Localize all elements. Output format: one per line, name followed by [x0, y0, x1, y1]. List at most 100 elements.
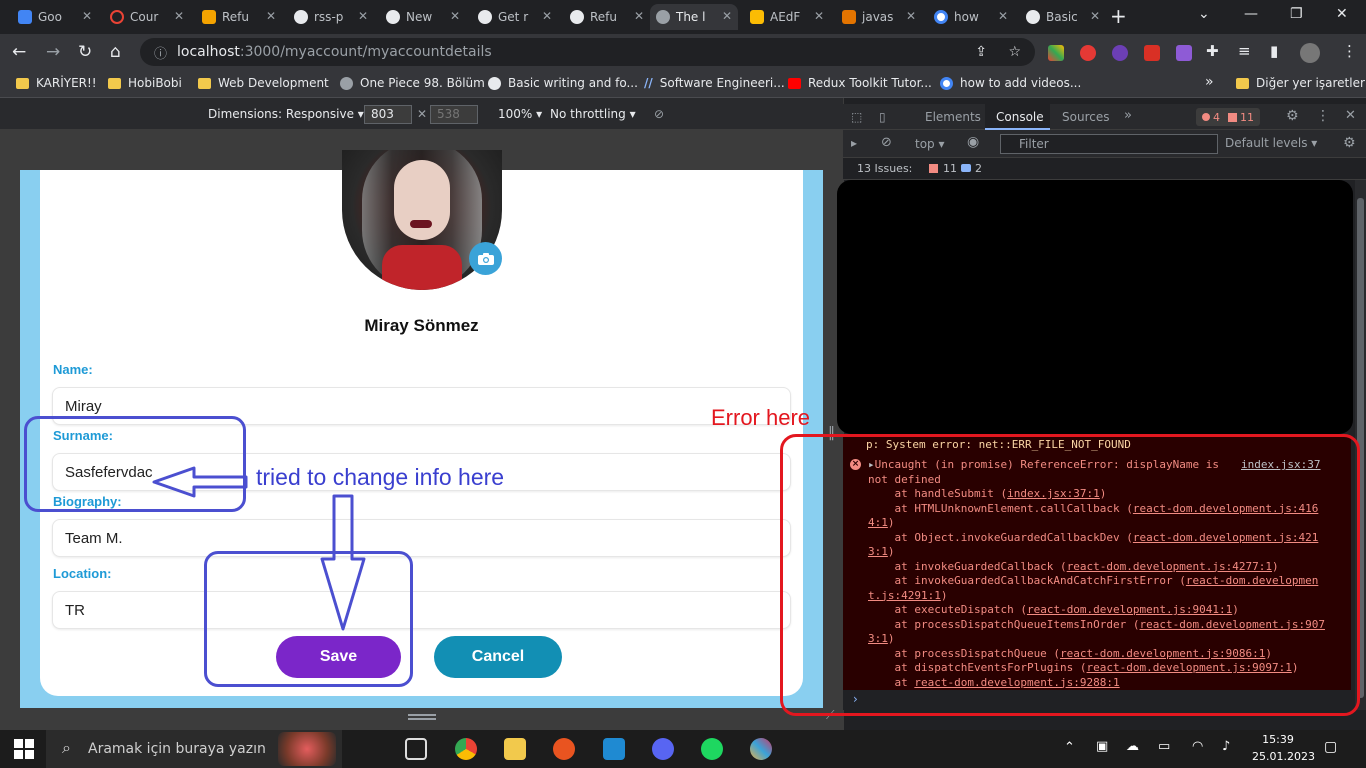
tab-sources[interactable]: Sources [1062, 110, 1109, 124]
bookmark-item[interactable]: //Software Engineeri... [644, 76, 785, 90]
meet-icon[interactable]: ▣ [1096, 739, 1108, 754]
sidebar-toggle-icon[interactable]: ▸ [851, 136, 857, 150]
system-clock[interactable]: 15:39 25.01.2023 [1252, 731, 1315, 765]
filter-input[interactable]: Filter [1000, 134, 1218, 154]
browser-tab[interactable]: Basic ✕ [1020, 4, 1106, 30]
bookmark-item[interactable]: KARİYER!! [16, 76, 97, 90]
battery-icon[interactable]: ▭ [1158, 739, 1170, 754]
browser-tab[interactable]: New ✕ [380, 4, 466, 30]
browser-tab-active[interactable]: The l ✕ [650, 4, 738, 30]
close-devtools-icon[interactable]: ✕ [1345, 108, 1356, 123]
extension-icon[interactable] [1080, 45, 1096, 61]
bookmark-item[interactable]: how to add videos... [940, 76, 1081, 90]
extension-icon[interactable] [1176, 45, 1192, 61]
close-tab-icon[interactable]: ✕ [998, 9, 1008, 23]
bookmark-item[interactable]: Redux Toolkit Tutor... [788, 76, 932, 90]
more-options-icon[interactable]: ⋮ [1316, 108, 1330, 124]
device-toggle-icon[interactable]: ▯ [879, 110, 886, 124]
browser-tab[interactable]: Get r ✕ [472, 4, 558, 30]
browser-tab[interactable]: Refu ✕ [196, 4, 282, 30]
console-settings-icon[interactable]: ⚙ [1343, 135, 1356, 151]
extension-icon[interactable] [1112, 45, 1128, 61]
more-icon[interactable]: ⋮ [1342, 42, 1357, 60]
issues-bar[interactable]: 13 Issues: 11 2 [843, 158, 1366, 180]
inspect-icon[interactable]: ⬚ [851, 110, 862, 124]
throttling-dropdown[interactable]: No throttling ▾ [550, 107, 636, 121]
bookmark-item[interactable]: Web Development [198, 76, 329, 90]
new-tab-icon[interactable]: + [1110, 4, 1127, 28]
close-window-icon[interactable]: ✕ [1336, 6, 1348, 22]
bookmark-item[interactable]: One Piece 98. Bölüm [340, 76, 485, 90]
bookmark-item[interactable]: Basic writing and fo... [488, 76, 638, 90]
close-tab-icon[interactable]: ✕ [814, 9, 824, 23]
close-tab-icon[interactable]: ✕ [266, 9, 276, 23]
address-bar[interactable]: ⓘ localhost:3000/myaccount/myaccountdeta… [140, 38, 1035, 66]
browser-tab[interactable]: javas ✕ [836, 4, 922, 30]
close-tab-icon[interactable]: ✕ [542, 9, 552, 23]
ubuntu-icon[interactable] [553, 738, 575, 760]
eye-icon[interactable]: ◉ [967, 134, 979, 150]
back-icon[interactable]: ← [12, 42, 26, 62]
file-explorer-icon[interactable] [504, 738, 526, 760]
vscode-icon[interactable] [603, 738, 625, 760]
task-view-icon[interactable] [405, 738, 427, 760]
star-icon[interactable]: ☆ [1008, 44, 1021, 60]
chevron-down-icon[interactable]: ⌄ [1198, 6, 1210, 22]
home-icon[interactable]: ⌂ [110, 42, 121, 62]
extension-icon[interactable] [1144, 45, 1160, 61]
discord-icon[interactable] [652, 738, 674, 760]
browser-tab[interactable]: Cour ✕ [104, 4, 190, 30]
close-tab-icon[interactable]: ✕ [174, 9, 184, 23]
bookmark-item[interactable]: HobiBobi [108, 76, 182, 90]
dimensions-dropdown[interactable]: Dimensions: Responsive ▾ [208, 107, 364, 121]
side-panel-icon[interactable]: ▮ [1270, 42, 1278, 60]
tab-elements[interactable]: Elements [925, 110, 981, 124]
browser-tab[interactable]: how ✕ [928, 4, 1014, 30]
biography-textarea[interactable]: Team M. [52, 519, 791, 557]
avatar[interactable] [1300, 43, 1320, 63]
share-icon[interactable]: ⇪ [975, 44, 987, 60]
other-bookmarks[interactable]: Diğer yer işaretleri [1236, 76, 1366, 90]
minimize-icon[interactable]: — [1244, 6, 1258, 22]
clear-console-icon[interactable]: ⊘ [881, 135, 892, 150]
height-input[interactable]: 538 [430, 105, 478, 124]
wifi-icon[interactable]: ◠ [1192, 739, 1203, 754]
extension-icon[interactable] [1048, 45, 1064, 61]
info-icon[interactable]: ⓘ [154, 43, 167, 62]
close-tab-icon[interactable]: ✕ [450, 9, 460, 23]
notification-icon[interactable]: ▢ [1324, 739, 1337, 755]
forward-icon[interactable]: → [46, 42, 60, 62]
zoom-dropdown[interactable]: 100% ▾ [498, 107, 542, 121]
browser-tab[interactable]: AEdF ✕ [744, 4, 830, 30]
browser-tab[interactable]: Goo ✕ [12, 4, 98, 30]
camera-icon[interactable] [469, 242, 502, 275]
windows-start-icon[interactable] [14, 739, 34, 759]
taskbar-search[interactable]: ⌕ Aramak için buraya yazın [46, 730, 342, 768]
browser-tab[interactable]: Refu ✕ [564, 4, 650, 30]
cancel-button[interactable]: Cancel [434, 636, 562, 678]
close-tab-icon[interactable]: ✕ [82, 9, 92, 23]
levels-dropdown[interactable]: Default levels ▾ [1225, 136, 1317, 150]
close-tab-icon[interactable]: ✕ [358, 9, 368, 23]
more-bookmarks-icon[interactable]: » [1205, 74, 1214, 90]
location-input[interactable]: TR [52, 591, 791, 629]
rotate-icon[interactable]: ⊘ [654, 107, 664, 121]
close-tab-icon[interactable]: ✕ [906, 9, 916, 23]
more-tabs-icon[interactable]: » [1124, 108, 1132, 123]
cloud-icon[interactable]: ☁ [1126, 739, 1139, 754]
chrome-icon[interactable] [455, 738, 477, 760]
puzzle-icon[interactable]: ✚ [1206, 42, 1219, 60]
volume-icon[interactable]: ♪ [1222, 739, 1230, 754]
settings-icon[interactable]: ⚙ [1286, 108, 1299, 124]
spotify-icon[interactable] [701, 738, 723, 760]
context-dropdown[interactable]: top ▾ [915, 137, 945, 151]
reload-icon[interactable]: ↻ [78, 42, 92, 62]
restore-icon[interactable]: ❐ [1290, 6, 1303, 22]
close-tab-icon[interactable]: ✕ [722, 9, 732, 23]
width-input[interactable]: 803 [364, 105, 412, 124]
close-tab-icon[interactable]: ✕ [1090, 9, 1100, 23]
media-icon[interactable]: ≡ [1238, 42, 1251, 60]
tab-console[interactable]: Console [996, 110, 1044, 124]
paint-icon[interactable] [750, 738, 772, 760]
error-counter[interactable]: 4 11 [1196, 108, 1260, 126]
